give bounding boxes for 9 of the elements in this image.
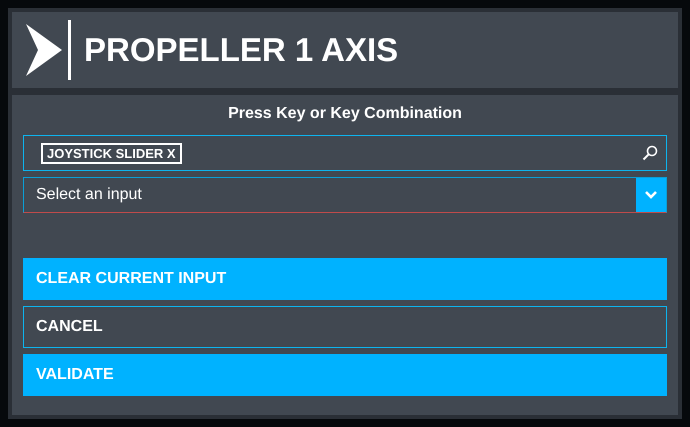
input-dropdown[interactable]: Select an input [23,177,667,213]
secondary-button[interactable]: CANCEL [23,306,667,348]
search-icon [642,145,658,161]
input-tag: JOYSTICK SLIDER X [41,142,182,164]
window-title: PROPELLER 1 AXIS [84,31,398,69]
prompt-text: Press Key or Key Combination [227,105,463,123]
arrow-logo-icon [26,20,72,80]
search-field[interactable]: JOYSTICK SLIDER X [23,135,667,171]
caret-icon [636,178,666,212]
